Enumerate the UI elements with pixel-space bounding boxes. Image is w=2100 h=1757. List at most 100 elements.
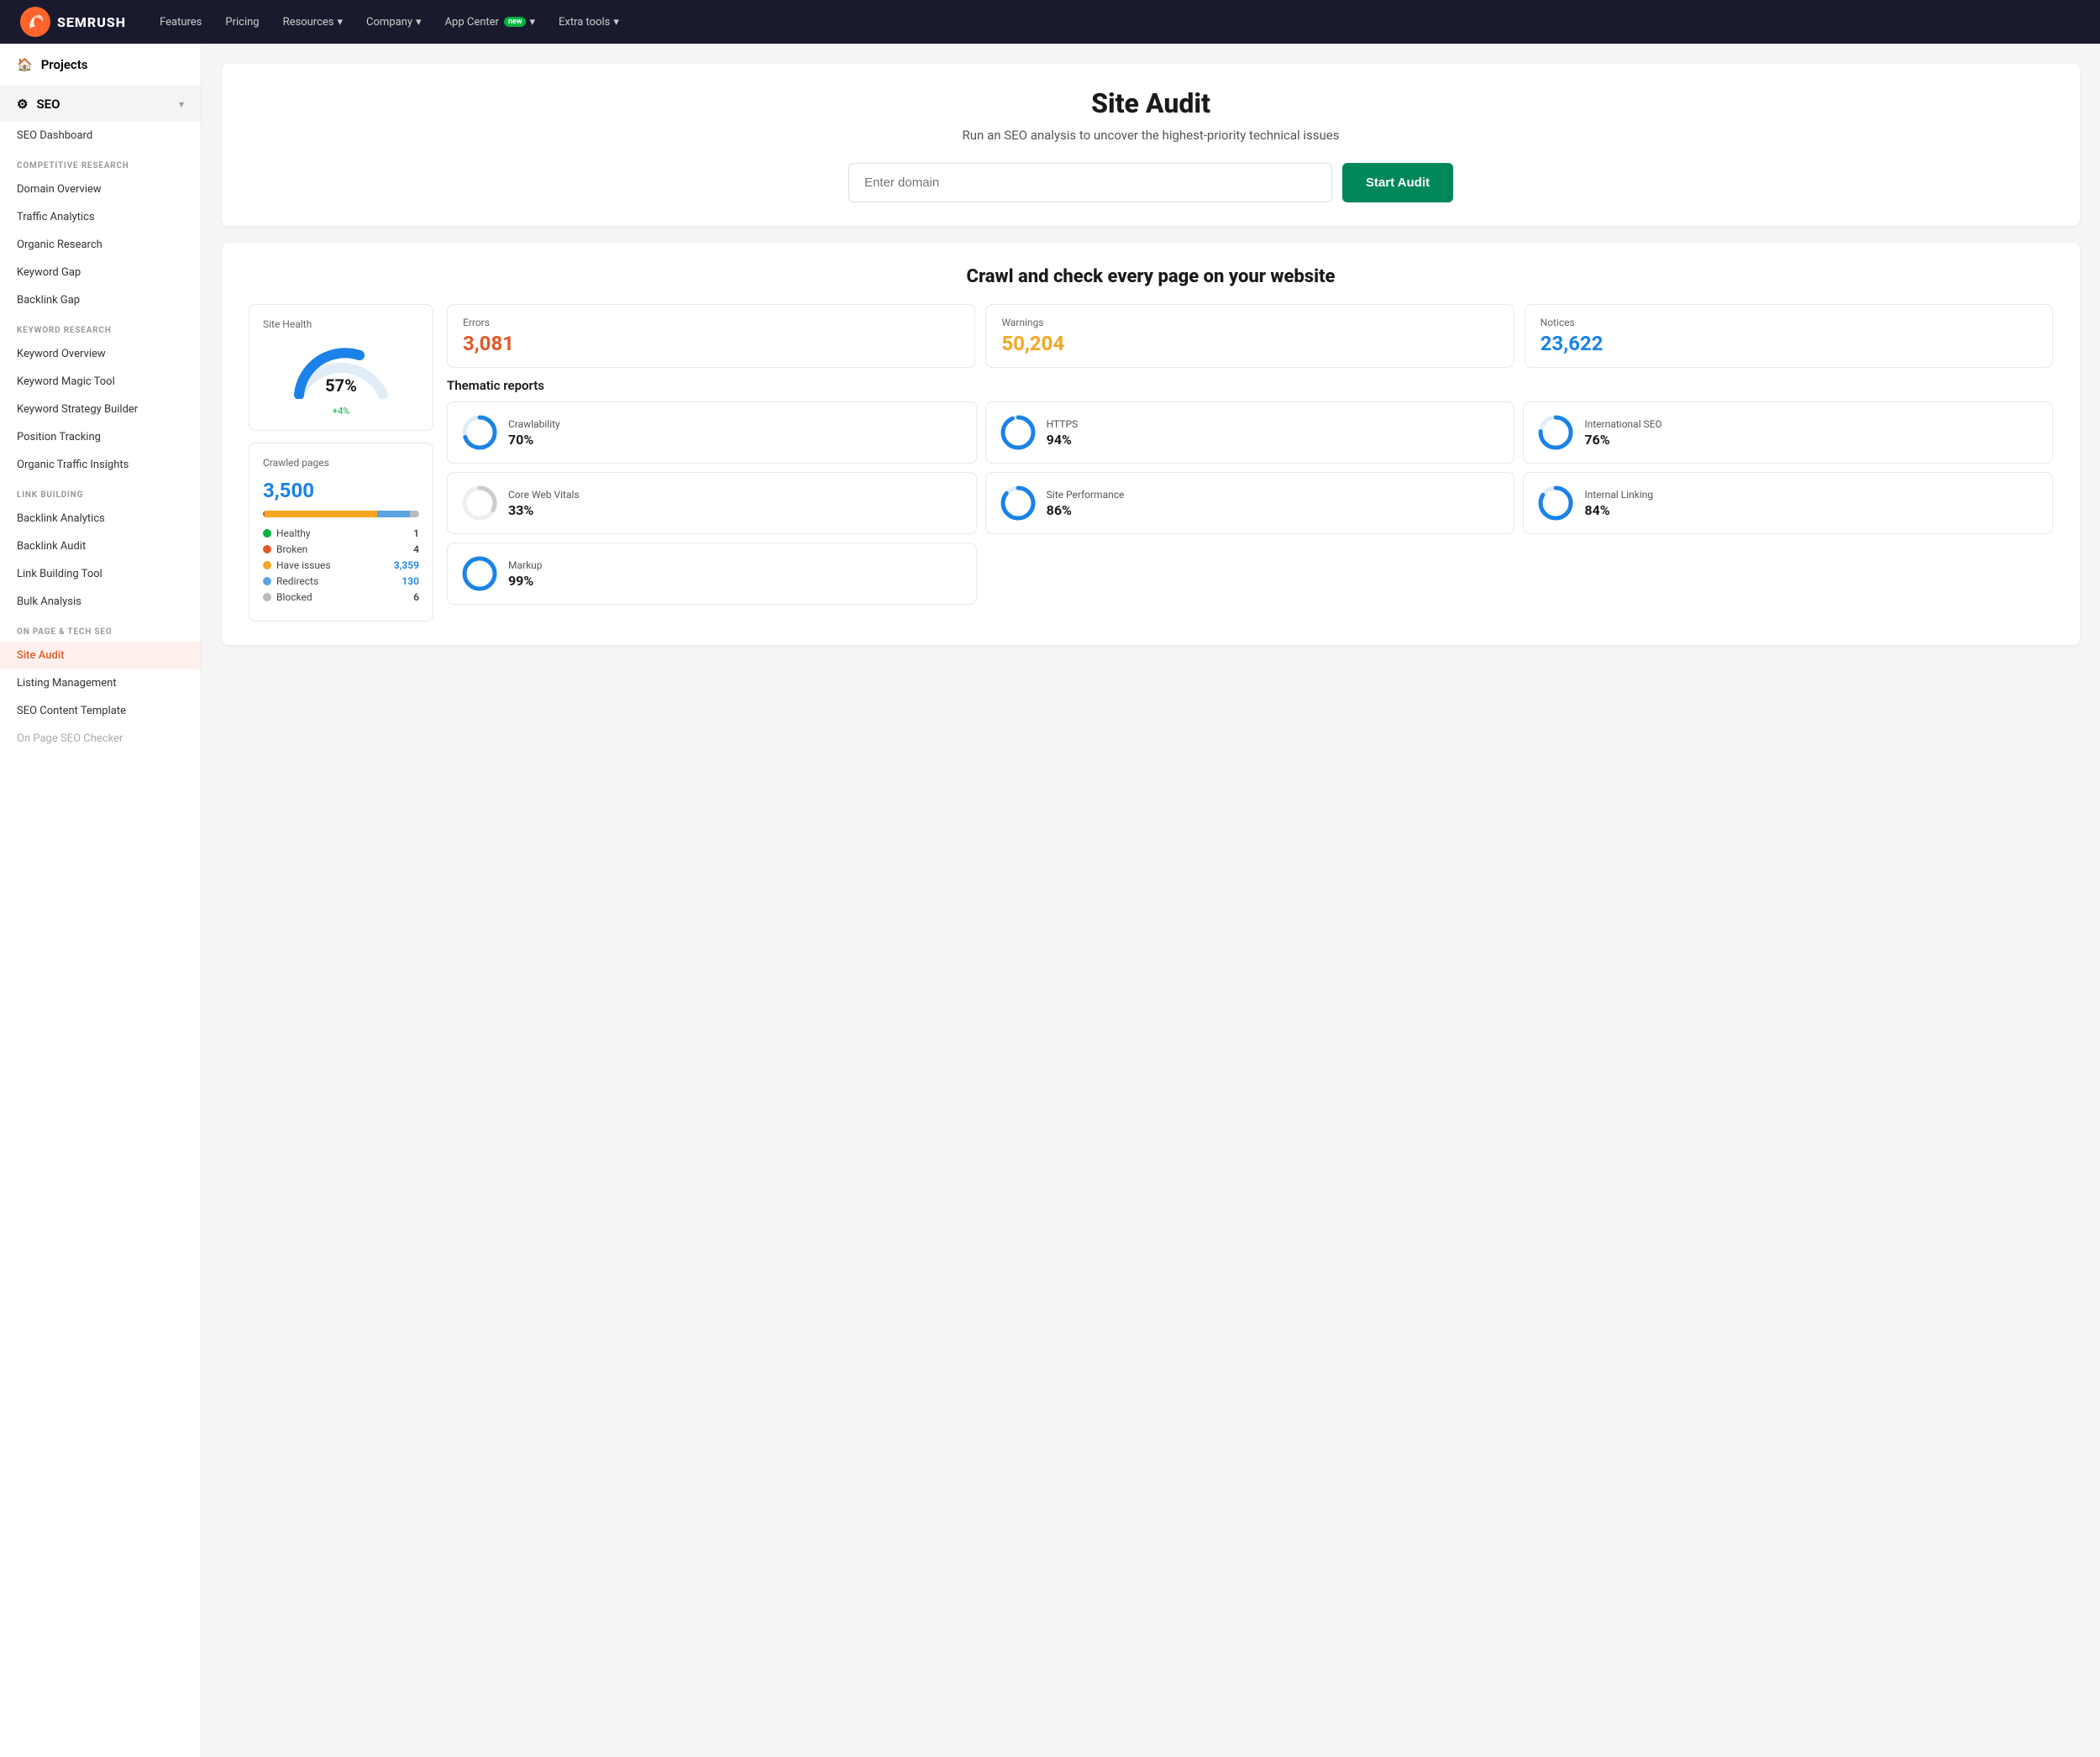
- thematic-card-2[interactable]: International SEO 76%: [1523, 401, 2053, 464]
- thematic-card-6[interactable]: Markup 99%: [447, 543, 977, 605]
- thematic-card-0[interactable]: Crawlability 70%: [447, 401, 977, 464]
- sidebar-item-keyword-overview[interactable]: Keyword Overview: [0, 340, 201, 368]
- chevron-down-icon: ▾: [416, 16, 422, 29]
- thematic-name-5: Internal Linking: [1584, 489, 1653, 501]
- thematic-card-5[interactable]: Internal Linking 84%: [1523, 472, 2053, 534]
- count-healthy: 1: [413, 527, 419, 539]
- legend-redirects: Redirects 130: [263, 575, 419, 587]
- dot-healthy: [263, 529, 271, 538]
- legend-broken: Broken 4: [263, 543, 419, 555]
- thematic-pct-2: 76%: [1584, 432, 1662, 448]
- sidebar-item-seo-dashboard[interactable]: SEO Dashboard: [0, 122, 201, 149]
- sidebar-item-organic-research[interactable]: Organic Research: [0, 231, 201, 259]
- errors-card: Errors 3,081: [447, 304, 975, 368]
- sidebar-item-backlink-audit[interactable]: Backlink Audit: [0, 532, 201, 560]
- nav-pricing[interactable]: Pricing: [225, 16, 259, 29]
- sidebar-item-link-building-tool[interactable]: Link Building Tool: [0, 560, 201, 588]
- bar-redirects: [377, 511, 410, 517]
- logo-text: SEMRUSH: [57, 14, 126, 30]
- sidebar-item-organic-traffic-insights[interactable]: Organic Traffic Insights: [0, 451, 201, 479]
- label-broken: Broken: [276, 543, 307, 555]
- donut-chart: [1537, 485, 1574, 522]
- seo-label: SEO: [36, 97, 60, 112]
- domain-input[interactable]: [848, 163, 1332, 202]
- nav-resources[interactable]: Resources ▾: [283, 16, 343, 29]
- thematic-reports-label: Thematic reports: [447, 378, 2053, 393]
- section-on-page-tech-seo: ON PAGE & TECH SEO: [0, 616, 201, 642]
- errors-row: Errors 3,081 Warnings 50,204 Notices 23,…: [447, 304, 2053, 368]
- crawled-pages-label: Crawled pages: [263, 457, 419, 469]
- donut-chart: [461, 414, 498, 451]
- logo[interactable]: SEMRUSH: [20, 7, 126, 37]
- donut-chart: [1000, 414, 1037, 451]
- legend-list: Healthy 1 Broken 4: [263, 527, 419, 603]
- main-layout: 🏠 Projects ⚙ SEO ▾ SEO Dashboard COMPETI…: [0, 44, 2100, 1757]
- label-issues: Have issues: [276, 559, 331, 571]
- count-broken: 4: [413, 543, 419, 555]
- top-navigation: SEMRUSH Features Pricing Resources ▾ Com…: [0, 0, 2100, 44]
- semrush-logo-icon: [20, 7, 50, 37]
- sidebar-item-keyword-magic-tool[interactable]: Keyword Magic Tool: [0, 368, 201, 396]
- nav-links: Features Pricing Resources ▾ Company ▾ A…: [160, 16, 619, 29]
- bar-blocked: [410, 511, 419, 517]
- new-badge: new: [504, 17, 527, 27]
- thematic-pct-5: 84%: [1584, 502, 1653, 518]
- chevron-down-icon: ▾: [179, 98, 184, 110]
- section-competitive-research: COMPETITIVE RESEARCH: [0, 149, 201, 176]
- legend-healthy: Healthy 1: [263, 527, 419, 539]
- section-keyword-research: KEYWORD RESEARCH: [0, 314, 201, 340]
- thematic-name-6: Markup: [508, 559, 543, 571]
- count-redirects: 130: [402, 575, 419, 587]
- sidebar-item-domain-overview[interactable]: Domain Overview: [0, 176, 201, 203]
- sidebar-item-keyword-gap[interactable]: Keyword Gap: [0, 259, 201, 286]
- crawled-pages-card: Crawled pages 3,500: [249, 443, 433, 622]
- sidebar-item-backlink-analytics[interactable]: Backlink Analytics: [0, 505, 201, 532]
- thematic-reports-section: Thematic reports Crawlability 70% HTTPS …: [447, 378, 2053, 605]
- thematic-name-0: Crawlability: [508, 418, 560, 430]
- sidebar-item-projects[interactable]: 🏠 Projects: [0, 44, 201, 87]
- projects-label: Projects: [41, 57, 88, 72]
- label-healthy: Healthy: [276, 527, 311, 539]
- thematic-card-3[interactable]: Core Web Vitals 33%: [447, 472, 977, 534]
- thematic-card-4[interactable]: Site Performance 86%: [985, 472, 1515, 534]
- legend-blocked: Blocked 6: [263, 591, 419, 603]
- thematic-name-4: Site Performance: [1047, 489, 1125, 501]
- nav-company[interactable]: Company ▾: [366, 16, 422, 29]
- sidebar-item-seo-content-template[interactable]: SEO Content Template: [0, 697, 201, 725]
- warnings-card: Warnings 50,204: [985, 304, 1514, 368]
- left-panels: Site Health 57% +4: [249, 304, 433, 622]
- label-redirects: Redirects: [276, 575, 318, 587]
- sidebar-item-bulk-analysis[interactable]: Bulk Analysis: [0, 588, 201, 616]
- nav-extra-tools[interactable]: Extra tools ▾: [559, 16, 619, 29]
- donut-chart: [1537, 414, 1574, 451]
- nav-features[interactable]: Features: [160, 16, 202, 29]
- thematic-pct-4: 86%: [1047, 502, 1125, 518]
- sidebar-item-site-audit[interactable]: Site Audit: [0, 642, 201, 669]
- count-blocked: 6: [413, 591, 419, 603]
- sidebar-seo-header[interactable]: ⚙ SEO ▾: [0, 87, 201, 122]
- start-audit-button[interactable]: Start Audit: [1342, 163, 1453, 202]
- warnings-value: 50,204: [1001, 332, 1498, 355]
- nav-app-center[interactable]: App Center new ▾: [445, 16, 535, 29]
- sidebar-item-listing-management[interactable]: Listing Management: [0, 669, 201, 697]
- search-row: Start Audit: [848, 163, 1453, 202]
- thematic-card-1[interactable]: HTTPS 94%: [985, 401, 1515, 464]
- dot-broken: [263, 545, 271, 553]
- sidebar-item-position-tracking[interactable]: Position Tracking: [0, 423, 201, 451]
- notices-card: Notices 23,622: [1525, 304, 2053, 368]
- crawl-card: Crawl and check every page on your websi…: [222, 243, 2080, 645]
- chevron-down-icon: ▾: [529, 16, 535, 29]
- dot-issues: [263, 561, 271, 569]
- donut-chart: [1000, 485, 1037, 522]
- crawl-grid: Site Health 57% +4: [249, 304, 2053, 622]
- sidebar-item-keyword-strategy-builder[interactable]: Keyword Strategy Builder: [0, 396, 201, 423]
- sidebar-item-traffic-analytics[interactable]: Traffic Analytics: [0, 203, 201, 231]
- sidebar: 🏠 Projects ⚙ SEO ▾ SEO Dashboard COMPETI…: [0, 44, 202, 1757]
- section-link-building: LINK BUILDING: [0, 479, 201, 505]
- notices-value: 23,622: [1541, 332, 2037, 355]
- label-blocked: Blocked: [276, 591, 312, 603]
- sidebar-item-on-page-seo-checker[interactable]: On Page SEO Checker: [0, 725, 201, 753]
- hero-subtitle: Run an SEO analysis to uncover the highe…: [249, 128, 2053, 143]
- thematic-name-3: Core Web Vitals: [508, 489, 580, 501]
- sidebar-item-backlink-gap[interactable]: Backlink Gap: [0, 286, 201, 314]
